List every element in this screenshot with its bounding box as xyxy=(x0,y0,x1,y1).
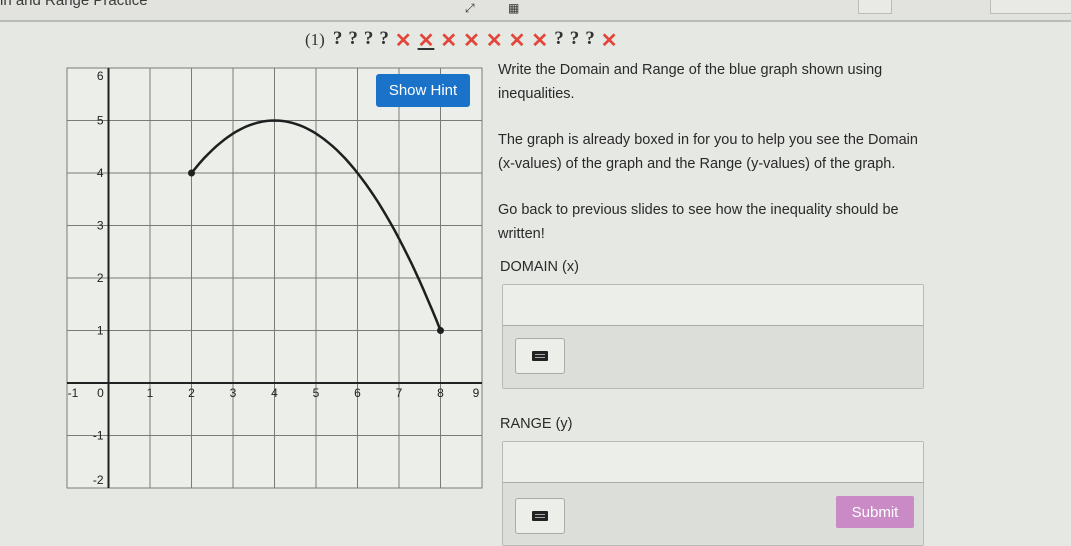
domain-tools xyxy=(503,326,923,388)
incorrect-attempt-icon[interactable]: ✕ xyxy=(509,28,526,53)
domain-label: DOMAIN (x) xyxy=(500,259,579,275)
x-tick-label: 8 xyxy=(437,386,444,400)
toolbar-button[interactable] xyxy=(858,0,892,14)
x-tick-label: 2 xyxy=(188,386,195,400)
coordinate-graph: -1 0 1 2 3 4 5 6 7 8 9 -2 -1 1 2 3 4 5 6 xyxy=(60,62,492,494)
unanswered-attempt-icon[interactable]: ? xyxy=(348,28,358,53)
incorrect-attempt-icon[interactable]: ✕ xyxy=(463,28,480,53)
attempt-status-row: (1) ???? ✕ ✕ ✕ ✕ ✕ ✕ ✕??? ✕ xyxy=(305,28,617,52)
y-tick-label: 1 xyxy=(97,324,104,338)
unanswered-attempt-icon[interactable]: ? xyxy=(554,28,564,53)
range-input[interactable] xyxy=(503,442,923,483)
incorrect-attempt-icon[interactable]: ✕ xyxy=(601,28,618,53)
incorrect-attempt-icon[interactable]: ✕ xyxy=(395,28,412,53)
y-tick-label: 2 xyxy=(97,271,104,285)
x-tick-label: 4 xyxy=(271,386,278,400)
y-tick-label: 5 xyxy=(97,114,104,128)
x-tick-label: -1 xyxy=(68,386,79,400)
range-keyboard-button[interactable] xyxy=(515,498,565,534)
domain-answer-box xyxy=(502,284,924,389)
keyboard-icon xyxy=(532,511,548,521)
endpoint-marker xyxy=(437,327,444,334)
x-tick-label: 1 xyxy=(147,386,154,400)
instruction-text: Go back to previous slides to see how th… xyxy=(498,202,899,242)
incorrect-attempt-icon[interactable]: ✕ xyxy=(418,28,435,53)
graph-svg: -1 0 1 2 3 4 5 6 7 8 9 -2 -1 1 2 3 4 5 6 xyxy=(66,67,483,489)
unanswered-attempt-icon[interactable]: ? xyxy=(585,28,595,53)
submit-button[interactable]: Submit xyxy=(836,496,914,528)
unanswered-attempt-icon[interactable]: ? xyxy=(333,28,343,53)
x-tick-label: 9 xyxy=(473,386,480,400)
attempt-icons: ???? ✕ ✕ ✕ ✕ ✕ ✕ ✕??? ✕ xyxy=(333,28,618,53)
y-tick-label: -1 xyxy=(93,429,104,443)
domain-input[interactable] xyxy=(503,285,923,326)
activity-title: in and Range Practice xyxy=(0,0,148,9)
show-hint-button[interactable]: Show Hint xyxy=(376,74,470,107)
instruction-text: The graph is already boxed in for you to… xyxy=(498,132,918,172)
top-toolbar: in and Range Practice ⤢ ▦ xyxy=(0,0,1071,22)
domain-keyboard-button[interactable] xyxy=(515,338,565,374)
instruction-text: Write the Domain and Range of the blue g… xyxy=(498,62,883,102)
unanswered-attempt-icon[interactable]: ? xyxy=(570,28,580,53)
range-label: RANGE (y) xyxy=(500,416,573,432)
expand-arrows-icon[interactable]: ⤢ xyxy=(465,1,475,16)
incorrect-attempt-icon[interactable]: ✕ xyxy=(531,28,548,53)
endpoint-marker xyxy=(188,169,195,177)
y-tick-label: 3 xyxy=(97,219,104,233)
x-tick-label: 5 xyxy=(313,386,320,400)
y-tick-label: 4 xyxy=(97,166,104,180)
x-tick-label: 3 xyxy=(230,386,237,400)
unanswered-attempt-icon[interactable]: ? xyxy=(379,28,389,53)
grid-icon[interactable]: ▦ xyxy=(508,1,519,15)
y-tick-label: 6 xyxy=(97,69,104,83)
x-tick-label: 0 xyxy=(97,386,104,400)
x-tick-label: 6 xyxy=(354,386,361,400)
range-answer-box xyxy=(502,441,924,546)
x-tick-label: 7 xyxy=(396,386,403,400)
instructions: Write the Domain and Range of the blue g… xyxy=(498,58,938,246)
y-tick-label: -2 xyxy=(93,473,104,487)
incorrect-attempt-icon[interactable]: ✕ xyxy=(486,28,503,53)
incorrect-attempt-icon[interactable]: ✕ xyxy=(440,28,457,53)
unanswered-attempt-icon[interactable]: ? xyxy=(364,28,374,53)
toolbar-button[interactable] xyxy=(990,0,1071,14)
question-number: (1) xyxy=(305,30,325,49)
keyboard-icon xyxy=(532,351,548,361)
